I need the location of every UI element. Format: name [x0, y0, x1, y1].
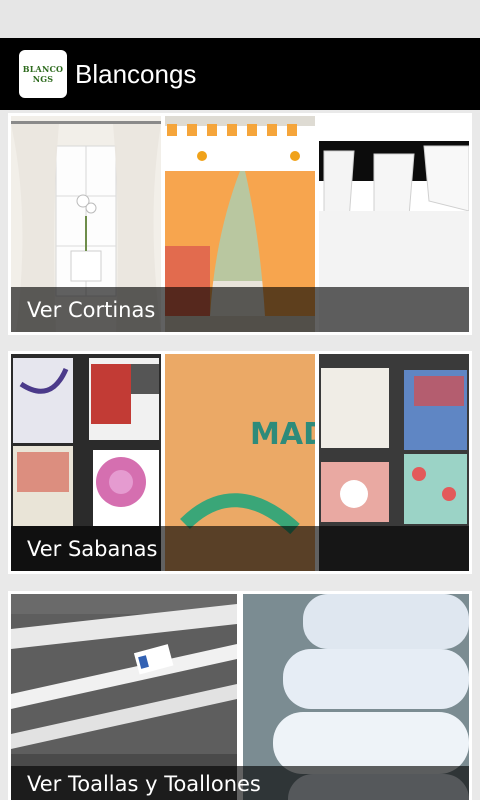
category-card-cortinas[interactable]: Ver Cortinas: [8, 113, 472, 335]
category-label-toallas[interactable]: Ver Toallas y Toallones: [27, 772, 261, 796]
app-bar: BLANCO NGS Blancongs: [0, 38, 480, 110]
logo-text-line1: BLANCO: [22, 64, 64, 74]
category-overlay-sabanas: Ver Sabanas: [11, 526, 469, 571]
app-title: Blancongs: [75, 58, 197, 89]
category-card-sabanas[interactable]: MADA Ver Sabanas: [8, 351, 472, 574]
category-card-toallas[interactable]: Ver Toallas y Toallones: [8, 591, 472, 800]
category-overlay-cortinas: Ver Cortinas: [11, 287, 469, 332]
svg-text:MADA: MADA: [250, 417, 315, 452]
status-bar: [0, 0, 480, 38]
app-logo[interactable]: BLANCO NGS: [19, 50, 67, 98]
category-overlay-toallas: Ver Toallas y Toallones: [11, 766, 469, 800]
logo-text-line2: NGS: [32, 74, 54, 84]
category-label-sabanas[interactable]: Ver Sabanas: [27, 537, 157, 561]
category-label-cortinas[interactable]: Ver Cortinas: [27, 298, 155, 322]
